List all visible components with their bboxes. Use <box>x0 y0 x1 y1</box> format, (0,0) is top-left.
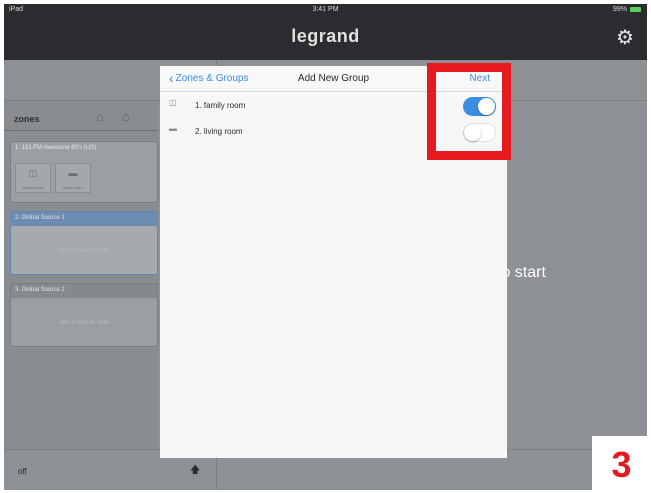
zones-sidebar: zones ⌂ ⌂ 1. 181.FM Awesome 80's (US) ◫ … <box>4 101 158 449</box>
source-hint: add a zone to start <box>59 248 109 254</box>
step-number: 3 <box>592 436 651 493</box>
power-status: off <box>18 467 27 476</box>
tv-icon: ◫ <box>28 168 38 178</box>
zone-thumb-living-room[interactable]: ▬ living room <box>55 163 91 193</box>
highlight-box <box>427 63 511 160</box>
app-header: iPad 3:41 PM 99% legrand ⚙ <box>4 4 647 60</box>
battery-label: 99% <box>612 6 627 13</box>
gear-icon[interactable]: ⚙ <box>615 28 635 48</box>
source-card-3[interactable]: 3. Global Source 2 add a zone to start <box>10 283 158 347</box>
tv-icon: ◫ <box>169 98 177 107</box>
zone-label: 2. living room <box>195 127 243 136</box>
zone-thumb-family-room[interactable]: ◫ family room <box>15 163 51 193</box>
zone-thumb-label: living room <box>63 185 83 190</box>
ipad-screen: iPad 3:41 PM 99% legrand ⚙ zones ⌂ ⌂ 1. … <box>4 4 647 490</box>
source-card-2[interactable]: 2. Global Source 1 add a zone to start <box>10 211 158 275</box>
source-title: 1. 181.FM Awesome 80's (US) <box>15 145 97 151</box>
home-icon[interactable]: ⌂ <box>96 110 112 124</box>
arrow-up-icon[interactable]: 🡅 <box>190 463 200 480</box>
source-title: 3. Global Source 2 <box>11 284 157 298</box>
zones-header: zones ⌂ ⌂ <box>4 101 158 131</box>
source-hint: add a zone to start <box>59 320 109 326</box>
clock-label: 3:41 PM <box>312 6 339 13</box>
brand-logo: legrand <box>291 26 360 46</box>
zones-title: zones <box>14 114 40 124</box>
source-title: 2. Global Source 1 <box>11 212 157 226</box>
sofa-icon: ▬ <box>68 168 78 178</box>
zone-thumb-label: family room <box>22 185 44 190</box>
battery-icon <box>630 7 641 12</box>
sofa-icon: ▬ <box>169 124 177 133</box>
add-home-icon[interactable]: ⌂ <box>122 110 138 124</box>
battery-indicator: 99% <box>613 6 641 13</box>
source-card-1[interactable]: 1. 181.FM Awesome 80's (US) ◫ family roo… <box>10 141 158 203</box>
zone-label: 1. family room <box>195 101 246 110</box>
